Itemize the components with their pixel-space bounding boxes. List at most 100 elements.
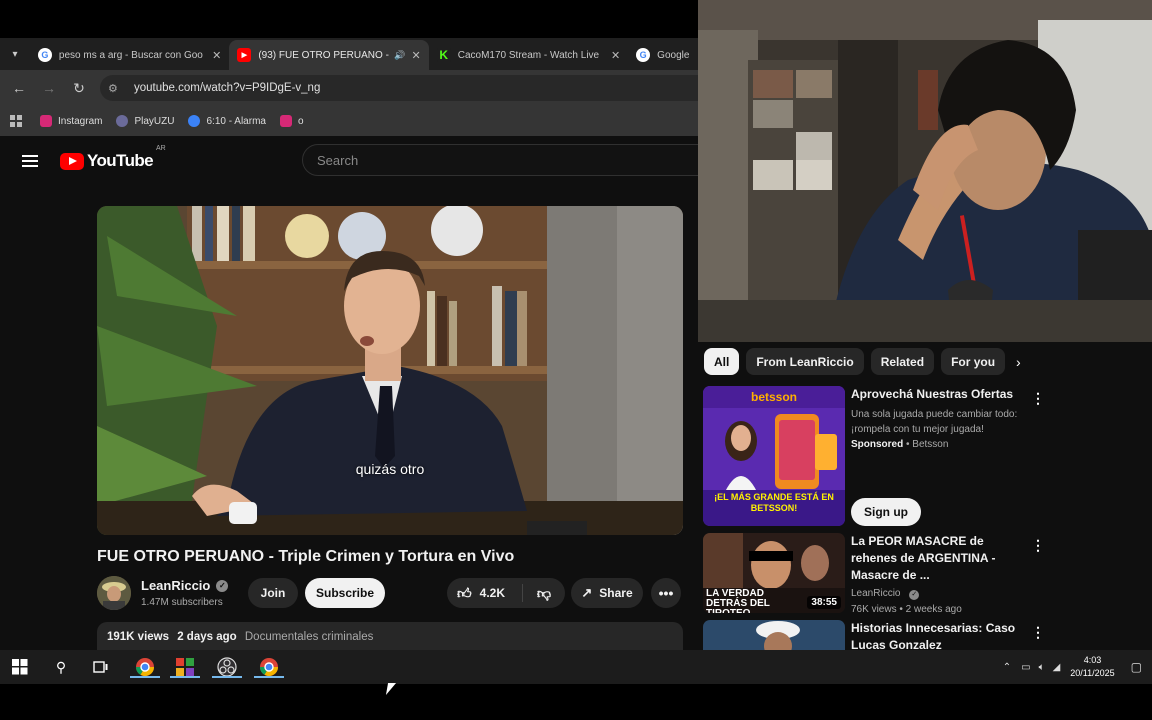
tab-google-search[interactable]: G peso ms a arg - Buscar con Goo ✕ — [30, 40, 229, 70]
channel-name[interactable]: LeanRiccio ✓ — [141, 578, 229, 593]
ad-thumbnail[interactable]: betsson ¡EL MÁS GRANDE ESTÁ EN BETSSON! — [703, 386, 845, 526]
list-item[interactable]: betsson ¡EL MÁS GRANDE ESTÁ EN BETSSON! … — [703, 386, 1143, 531]
more-options-icon[interactable]: ⋮ — [1031, 390, 1045, 407]
network-adapter-icon[interactable]: ▭ — [1021, 662, 1030, 673]
windows-logo — [12, 659, 28, 675]
browser-window: ▾ G peso ms a arg - Buscar con Goo ✕ ▶ (… — [0, 38, 698, 650]
video-info: Historias Innecesarias: Caso Lucas Gonza… — [851, 620, 1021, 650]
reload-icon[interactable]: ↻ — [64, 80, 94, 97]
description-box[interactable]: 191K views 2 days ago Documentales crimi… — [97, 622, 683, 650]
avatar[interactable] — [97, 576, 131, 610]
bookmark-instagram[interactable]: Instagram — [40, 115, 102, 127]
more-options-icon[interactable]: ⋮ — [1031, 537, 1045, 554]
active-indicator — [254, 676, 284, 678]
app-grid-icon[interactable] — [170, 656, 200, 678]
bookmark-label: Instagram — [58, 115, 103, 127]
notifications-icon[interactable]: ▢ — [1131, 660, 1142, 674]
dislike-button[interactable]: 👎︎ — [523, 585, 565, 602]
video-title[interactable]: Historias Innecesarias: Caso Lucas Gonza… — [851, 620, 1021, 650]
recommendations-panel: All From LeanRiccio Related For you › be… — [698, 342, 1152, 650]
filter-chips: All From LeanRiccio Related For you — [704, 348, 1012, 375]
chip-related[interactable]: Related — [870, 348, 935, 375]
active-indicator — [170, 676, 200, 678]
more-actions-icon[interactable]: ••• — [651, 578, 681, 608]
bookmark-playuzu[interactable]: PlayUZU — [116, 115, 174, 127]
channel-name-text: LeanRiccio — [141, 578, 211, 593]
close-icon[interactable]: ✕ — [611, 49, 620, 62]
category-tag[interactable]: Documentales criminales — [245, 631, 373, 643]
share-button[interactable]: ↗ Share — [571, 578, 643, 608]
menu-icon[interactable] — [22, 155, 38, 167]
chrome-icon[interactable] — [254, 656, 284, 678]
thumbs-down-icon: 👎︎ — [536, 584, 552, 601]
tab-google[interactable]: G Google — [628, 40, 698, 70]
bookmark-o[interactable]: o — [279, 115, 304, 127]
chip-for-you[interactable]: For you — [941, 348, 1006, 375]
join-button[interactable]: Join — [248, 578, 298, 608]
ad-meta: Sponsored • Betsson — [851, 439, 949, 450]
chevron-right-icon[interactable]: › — [1016, 354, 1021, 370]
youtube-logo[interactable]: YouTube AR — [60, 145, 166, 171]
like-button[interactable]: 👍︎ 4.2K — [447, 584, 523, 602]
logo-text: YouTube — [87, 151, 154, 170]
like-dislike-group: 👍︎ 4.2K 👎︎ — [447, 578, 565, 608]
search-icon[interactable]: ⚲ — [50, 656, 72, 678]
verified-icon: ✓ — [909, 590, 920, 600]
video-frame — [97, 206, 683, 535]
windows-start-icon[interactable] — [9, 656, 31, 678]
ad-slogan: ¡EL MÁS GRANDE ESTÁ EN BETSSON! — [714, 492, 834, 513]
posted-date: 2 days ago — [177, 631, 237, 643]
sign-up-button[interactable]: Sign up — [851, 498, 921, 526]
volume-icon[interactable]: 🔈︎ — [1039, 662, 1045, 673]
ad-title[interactable]: Aprovechá Nuestras Ofertas — [851, 386, 1021, 403]
chevron-up-icon[interactable]: ⌃ — [1003, 662, 1011, 673]
verified-icon: ✓ — [216, 579, 229, 592]
clock[interactable]: 4:03 20/11/2025 — [1070, 654, 1114, 680]
webcam-image — [698, 0, 1152, 342]
video-title[interactable]: La PEOR MASACRE de rehenes de ARGENTINA … — [851, 533, 1021, 584]
channel-row: LeanRiccio ✓ — [851, 586, 1021, 602]
site-info-icon[interactable]: ⚙ — [108, 82, 124, 95]
video-thumbnail[interactable]: LA VERDAD DETRÁS DEL TIROTEO 38:55 — [703, 533, 845, 613]
video-thumbnail[interactable] — [703, 620, 845, 650]
more-options-icon[interactable]: ⋮ — [1031, 624, 1045, 641]
close-icon[interactable]: ✕ — [412, 49, 421, 62]
video-meta: 76K views • 2 weeks ago — [851, 604, 962, 615]
thumbs-up-icon: 👍︎ — [457, 584, 472, 601]
back-icon[interactable]: ← — [4, 80, 34, 96]
close-icon[interactable]: ✕ — [212, 49, 221, 62]
ad-brand: betsson — [750, 390, 797, 404]
list-item[interactable]: LA VERDAD DETRÁS DEL TIROTEO 38:55 La PE… — [703, 533, 1143, 615]
alarm-icon — [188, 115, 201, 127]
chrome-icon[interactable] — [130, 656, 160, 678]
ad-description: Una sola jugada puede cambiar todo: ¡rom… — [851, 409, 1018, 435]
wifi-icon[interactable]: ◢ — [1053, 662, 1061, 673]
list-item[interactable]: Historias Innecesarias: Caso Lucas Gonza… — [703, 620, 1143, 650]
webcam-overlay — [698, 0, 1152, 342]
address-bar[interactable]: ⚙ youtube.com/watch?v=P9IDgE-v_ng — [100, 75, 698, 101]
youtube-play-icon — [60, 152, 84, 170]
apps-icon[interactable] — [10, 115, 22, 127]
obs-icon[interactable] — [212, 656, 242, 678]
speaker-icon[interactable]: 🔊 — [394, 50, 405, 61]
system-tray: ⌃ ▭ 🔈︎ ◢ 4:03 20/11/2025 ▢ — [1003, 650, 1152, 684]
channel-name[interactable]: LeanRiccio — [851, 588, 900, 599]
tab-search-icon[interactable]: ▾ — [0, 38, 30, 70]
thumbnail-caption: LA VERDAD DETRÁS DEL TIROTEO — [706, 588, 770, 614]
video-player[interactable]: quizás otro — [97, 206, 683, 535]
task-view-icon[interactable] — [90, 656, 112, 678]
tab-youtube[interactable]: ▶ (93) FUE OTRO PERUANO - 🔊 ✕ — [229, 40, 429, 70]
nav-bar: ← → ↻ ⚙ youtube.com/watch?v=P9IDgE-v_ng — [0, 70, 698, 106]
search-input[interactable]: Search — [302, 144, 698, 176]
forward-icon[interactable]: → — [34, 80, 64, 96]
chip-from-channel[interactable]: From LeanRiccio — [746, 348, 864, 375]
bookmark-alarm[interactable]: 6:10 - Alarma — [188, 115, 266, 127]
app-grid-logo — [176, 658, 194, 676]
tab-title: Google — [657, 49, 690, 61]
active-indicator — [212, 676, 242, 678]
share-icon: ↗ — [581, 585, 593, 600]
subscribe-button[interactable]: Subscribe — [305, 578, 385, 608]
obs-logo — [217, 657, 237, 677]
chip-all[interactable]: All — [704, 348, 740, 375]
tab-kick-stream[interactable]: K CacoM170 Stream - Watch Live ✕ — [429, 40, 628, 70]
